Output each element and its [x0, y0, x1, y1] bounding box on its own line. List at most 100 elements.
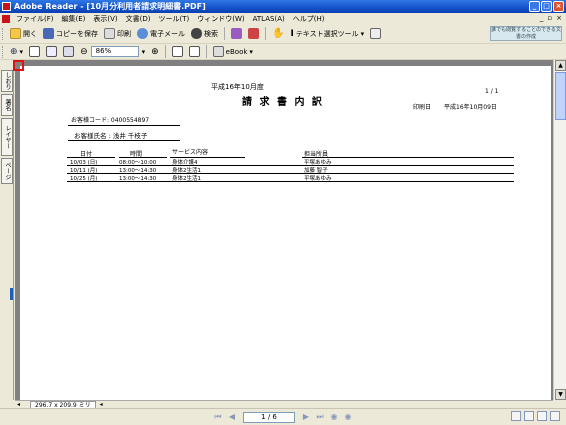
- search-label: 検索: [204, 29, 218, 38]
- print-date: 平成16年10月09日: [444, 104, 497, 111]
- text-cursor-icon: I: [290, 28, 294, 39]
- view-toolbar: ⊕ ▾ ⊖ 86% ▾ ⊕ eBook ▾: [0, 44, 566, 60]
- underline: [68, 125, 180, 126]
- open-button[interactable]: 開く: [7, 26, 40, 42]
- pdf-page: 平成16年10月度 請 求 書 内 訳 1 / 1 印刷日 平成16年10月09…: [20, 66, 551, 400]
- window-title: Adobe Reader - [10月分利用者請求明細書.PDF]: [14, 2, 206, 11]
- fit-width-icon: [63, 46, 75, 57]
- tab-signatures[interactable]: 署名: [1, 94, 13, 116]
- print-button[interactable]: 印刷: [101, 26, 134, 42]
- toolbar-separator: [205, 45, 207, 58]
- pen-icon: [231, 28, 242, 39]
- continuous-icon[interactable]: [524, 411, 534, 421]
- save-copy-label: コピーを保存: [56, 29, 98, 38]
- doc-restore-button[interactable]: ▫: [547, 14, 552, 22]
- minimize-button[interactable]: _: [529, 1, 540, 12]
- search-button[interactable]: 検索: [188, 26, 221, 42]
- zoom-dropdown-button[interactable]: ▾: [139, 44, 149, 60]
- open-label: 開く: [23, 29, 37, 38]
- window-controls: _ □ ×: [529, 1, 564, 12]
- previous-view-button[interactable]: ◉: [329, 412, 339, 422]
- toolbar-grip[interactable]: [2, 45, 5, 58]
- ebook-button[interactable]: eBook ▾: [210, 44, 256, 60]
- navigation-pane-tabs: しおり 署名 レイヤー ページ: [0, 60, 14, 400]
- menu-atlas[interactable]: ATLAS(A): [249, 15, 289, 23]
- chevron-down-icon: ▾: [360, 29, 365, 38]
- menu-file[interactable]: ファイル(F): [12, 14, 58, 24]
- scroll-up-button[interactable]: ▲: [555, 60, 566, 71]
- scroll-thumb[interactable]: [555, 72, 566, 120]
- zoom-out-button[interactable]: ⊖: [77, 44, 91, 60]
- next-view-button[interactable]: ◉: [343, 412, 353, 422]
- book-icon: [212, 46, 224, 57]
- menu-window[interactable]: ウィンドウ(W): [193, 14, 248, 24]
- customer-name: お客様氏名 : 浅井 千枝子: [74, 132, 148, 140]
- document-title: 請 求 書 内 訳: [242, 97, 324, 108]
- scroll-down-button[interactable]: ▼: [555, 389, 566, 400]
- highlight-box: [13, 60, 24, 71]
- menu-tools[interactable]: ツール(T): [155, 14, 194, 24]
- menu-document[interactable]: 文書(D): [122, 14, 155, 24]
- navigation-bar: ⏮ ◀ 1 / 6 ▶ ⏭ ◉ ◉: [0, 408, 566, 425]
- document-pane[interactable]: 平成16年10月度 請 求 書 内 訳 1 / 1 印刷日 平成16年10月09…: [15, 60, 553, 400]
- text-select-label: テキスト選択ツール: [295, 29, 359, 38]
- last-page-button[interactable]: ⏭: [315, 412, 325, 422]
- create-pdf-hint[interactable]: 誰でも閲覧することのできる文書の作成: [490, 26, 562, 41]
- toolbar-separator: [164, 45, 166, 58]
- doc-close-button[interactable]: ×: [556, 14, 562, 22]
- toolbar-separator: [224, 27, 225, 40]
- menu-help[interactable]: ヘルプ(H): [289, 14, 329, 24]
- save-copy-button[interactable]: コピーを保存: [40, 26, 101, 42]
- customer-code: お客様コード: 0400554897: [71, 117, 150, 124]
- page-icon: [29, 46, 41, 57]
- text-select-tool-button[interactable]: I テキスト選択ツール ▾: [287, 26, 367, 42]
- scroll-left-button-2[interactable]: ◂: [100, 401, 103, 408]
- menu-edit[interactable]: 編集(E): [58, 14, 90, 24]
- ebook-label: eBook: [225, 47, 248, 56]
- first-page-button[interactable]: ⏮: [213, 412, 223, 422]
- snapshot-button[interactable]: [367, 26, 384, 42]
- pane-resize-handle[interactable]: [10, 288, 13, 300]
- menu-view[interactable]: 表示(V): [89, 14, 121, 24]
- doc-minimize-button[interactable]: _: [540, 14, 544, 22]
- zoom-tool-button[interactable]: ⊕ ▾: [7, 44, 26, 60]
- tab-bookmarks[interactable]: しおり: [1, 70, 13, 92]
- fit-width-button[interactable]: [60, 44, 77, 60]
- chevron-down-icon: ▾: [19, 47, 24, 56]
- next-page-button[interactable]: ▶: [301, 412, 311, 422]
- single-page-icon[interactable]: [511, 411, 521, 421]
- scroll-left-button[interactable]: ◂: [17, 401, 20, 408]
- facing-icon[interactable]: [537, 411, 547, 421]
- print-date-label: 印刷日: [413, 104, 432, 111]
- underline: [68, 140, 180, 141]
- page-number-input[interactable]: 1 / 6: [243, 411, 295, 423]
- vertical-scrollbar[interactable]: ▲ ▼: [553, 60, 566, 400]
- title-bar: Adobe Reader - [10月分利用者請求明細書.PDF] _ □ ×: [0, 0, 566, 13]
- menu-bar: ファイル(F) 編集(E) 表示(V) 文書(D) ツール(T) ウィンドウ(W…: [0, 13, 566, 24]
- fit-page-icon: [46, 46, 58, 57]
- actual-size-button[interactable]: [26, 44, 43, 60]
- rotate-right-button[interactable]: [186, 44, 203, 60]
- document-menu-icon[interactable]: [2, 14, 10, 23]
- page-layout-buttons: [511, 411, 560, 421]
- magnifier-icon: ⊕: [10, 46, 18, 57]
- sign-button[interactable]: [228, 26, 245, 42]
- header-service: サービス内容: [172, 149, 209, 156]
- hand-tool-button[interactable]: ✋: [269, 26, 287, 42]
- email-button[interactable]: 電子メール: [134, 26, 188, 42]
- tab-pages[interactable]: ページ: [1, 158, 13, 184]
- chevron-down-icon: ▾: [141, 47, 146, 56]
- rotate-left-button[interactable]: [169, 44, 186, 60]
- maximize-button[interactable]: □: [541, 1, 552, 12]
- close-button[interactable]: ×: [553, 1, 564, 12]
- previous-page-button[interactable]: ◀: [227, 412, 237, 422]
- security-button[interactable]: [245, 26, 262, 42]
- continuous-facing-icon[interactable]: [550, 411, 560, 421]
- zoom-in-button[interactable]: ⊕: [148, 44, 162, 60]
- toolbar-grip[interactable]: [2, 27, 5, 40]
- camera-icon: [370, 28, 382, 39]
- tab-layers[interactable]: レイヤー: [1, 118, 13, 156]
- horizontal-scrollbar[interactable]: ◂ 296.7 x 209.9 ミリ ◂: [15, 400, 553, 409]
- zoom-input[interactable]: 86%: [90, 46, 139, 57]
- fit-page-button[interactable]: [43, 44, 60, 60]
